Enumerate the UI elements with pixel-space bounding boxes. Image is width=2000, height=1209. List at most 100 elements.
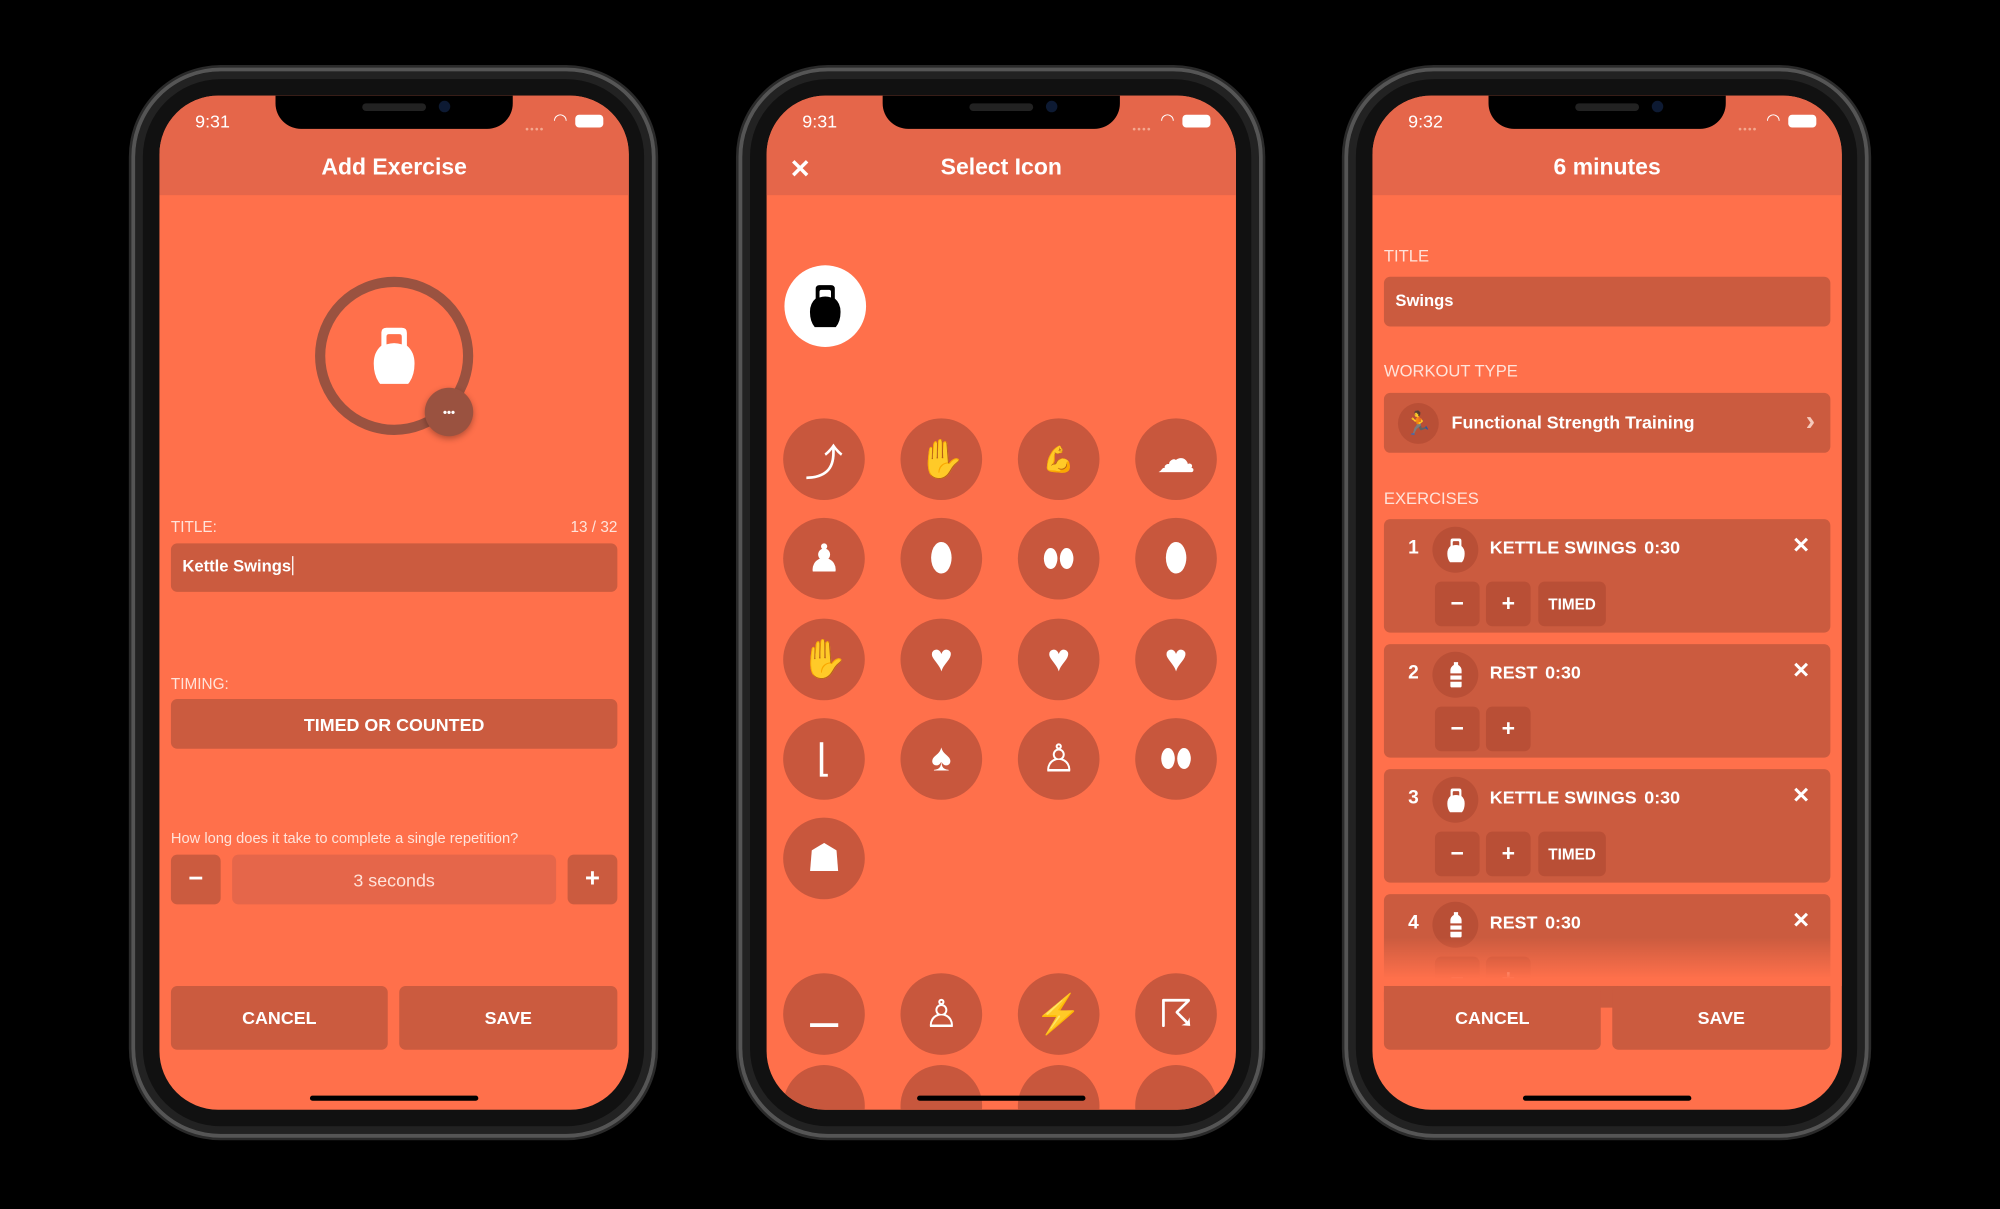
status-time: 9:32 <box>1408 110 1443 132</box>
notch <box>275 95 513 129</box>
seated-person-icon[interactable]: ♙ <box>900 973 983 1055</box>
decrement-button[interactable]: − <box>170 854 221 905</box>
increment-button[interactable]: + <box>567 854 618 905</box>
workout-type-label: WORKOUT TYPE <box>1383 360 1518 381</box>
leg-icon[interactable]: ⌊ <box>783 718 865 800</box>
clapping-hands-icon[interactable]: ✋ <box>900 418 983 500</box>
battery-icon <box>1182 114 1211 128</box>
foot-icon[interactable]: ⬮ <box>900 517 983 600</box>
decrement-button[interactable]: − <box>1434 581 1480 627</box>
more-options-button[interactable]: ••• <box>424 387 474 437</box>
water-bottle-icon <box>1432 651 1479 698</box>
cancel-button[interactable]: CANCEL <box>1383 985 1601 1050</box>
signal-icon: •••• <box>1738 123 1758 136</box>
wifi-icon: ◠ <box>553 109 568 129</box>
exercise-label: KETTLE SWINGS 0:30 <box>1490 787 1680 807</box>
foot-side-icon[interactable]: ⬮ <box>1135 517 1217 600</box>
body-icon[interactable]: ♟ <box>783 517 865 600</box>
timed-toggle-button[interactable]: TIMED <box>1538 581 1606 627</box>
remove-exercise-button[interactable]: ✕ <box>1792 783 1810 809</box>
flexed-bicep-icon[interactable]: 💪 <box>1017 418 1100 500</box>
phone-select-icon: 9:31 •••• ◠ ✕ Select Icon ⤴ ✋ 💪 ☁ ♟ ⬮ ⬮⬮ ⬮ ✋ ♥ ♥ ♥ ⌊… <box>738 67 1263 1138</box>
save-button[interactable]: SAVE <box>1612 985 1831 1050</box>
increment-button[interactable]: + <box>1485 831 1531 877</box>
dance-icon[interactable] <box>1135 1065 1217 1110</box>
exercise-duration: 0:30 <box>1644 536 1681 558</box>
dance-icon[interactable]: ☈ <box>1135 973 1217 1055</box>
home-indicator[interactable] <box>917 1095 1086 1101</box>
list-fade <box>1372 937 1842 986</box>
add-exercise-screen: 9:31 •••• ◠ Add Exercise ••• TITLE: 13 /… <box>159 95 629 1110</box>
battery-icon <box>1788 114 1817 128</box>
exercise-name: REST <box>1489 661 1538 683</box>
hand-icon[interactable]: ✋ <box>783 618 865 701</box>
notch <box>1488 95 1726 129</box>
save-button[interactable]: SAVE <box>399 985 618 1050</box>
seated-person-icon[interactable] <box>900 1065 983 1110</box>
bench-press-icon[interactable]: ⚊ <box>783 973 865 1055</box>
brain-icon[interactable]: ☁ <box>1135 418 1217 500</box>
footprints-icon[interactable]: ⬮⬮ <box>1135 718 1217 800</box>
heart-brain-icon[interactable]: ♥ <box>1135 618 1217 701</box>
person-icon[interactable]: ♙ <box>1017 718 1100 800</box>
workout-type-selector[interactable]: 🏃 Functional Strength Training › <box>1383 392 1831 453</box>
signal-icon: •••• <box>525 123 545 136</box>
exercise-duration: 0:30 <box>1545 661 1581 683</box>
exercises-label: EXERCISES <box>1383 488 1479 508</box>
exercise-number: 3 <box>1408 786 1419 809</box>
workout-title-input[interactable]: Swings <box>1383 276 1831 327</box>
hair-head-icon[interactable]: ☗ <box>783 817 865 900</box>
exercise-duration: 0:30 <box>1644 786 1681 808</box>
phone-add-exercise: 9:31 •••• ◠ Add Exercise ••• TITLE: 13 /… <box>131 67 656 1138</box>
stairs-climber-icon[interactable]: ⚡ <box>1017 973 1100 1055</box>
status-time: 9:31 <box>195 110 230 132</box>
exercise-number: 4 <box>1408 911 1419 934</box>
kettlebell-icon <box>369 327 420 386</box>
decrement-button[interactable]: − <box>1434 706 1480 752</box>
gymnastics-icon[interactable]: ⤴ <box>783 418 865 500</box>
exercise-card[interactable]: 2 REST 0:30 ✕ − + <box>1383 644 1831 758</box>
remove-exercise-button[interactable]: ✕ <box>1792 533 1810 559</box>
feet-icon[interactable]: ⬮⬮ <box>1017 517 1100 600</box>
bench-press-icon[interactable] <box>783 1065 865 1110</box>
remove-exercise-button[interactable]: ✕ <box>1792 908 1810 934</box>
battery-icon <box>575 114 604 128</box>
exercise-number: 1 <box>1408 536 1419 559</box>
kettlebell-icon <box>806 284 844 327</box>
page-title: 6 minutes <box>1553 154 1661 180</box>
exercise-label: REST 0:30 <box>1490 912 1581 932</box>
exercise-label: REST 0:30 <box>1490 662 1581 682</box>
title-label: TITLE <box>1383 246 1430 266</box>
exercise-duration: 0:30 <box>1545 911 1581 933</box>
workout-type-value: Functional Strength Training <box>1451 411 1695 433</box>
home-indicator[interactable] <box>1522 1095 1692 1101</box>
exercise-card[interactable]: 3 KETTLE SWINGS 0:30 ✕ − + TIMED <box>1383 769 1831 883</box>
page-title: Select Icon <box>940 154 1062 180</box>
stairs-climber-icon[interactable] <box>1017 1065 1100 1110</box>
exercise-label: KETTLE SWINGS 0:30 <box>1490 537 1680 557</box>
exercise-card[interactable]: 1 KETTLE SWINGS 0:30 ✕ − + TIMED <box>1383 519 1831 633</box>
timed-toggle-button[interactable]: TIMED <box>1538 831 1606 877</box>
lungs-icon[interactable]: ♠ <box>900 718 983 800</box>
exercise-number: 2 <box>1408 661 1419 684</box>
exercise-name: KETTLE SWINGS <box>1489 536 1637 558</box>
decrement-button[interactable]: − <box>1434 831 1480 877</box>
signal-icon: •••• <box>1132 123 1152 136</box>
increment-button[interactable]: + <box>1485 706 1531 752</box>
repetition-question: How long does it take to complete a sing… <box>170 831 519 847</box>
timed-or-counted-button[interactable]: TIMED OR COUNTED <box>170 698 618 749</box>
phone-workout: 9:32 •••• ◠ 6 minutes TITLE Swings WORKO… <box>1344 67 1869 1138</box>
cancel-button[interactable]: CANCEL <box>170 985 388 1050</box>
home-indicator[interactable] <box>309 1095 479 1101</box>
status-time: 9:31 <box>802 110 838 132</box>
selected-icon[interactable] <box>784 265 867 347</box>
wifi-icon: ◠ <box>1160 109 1175 129</box>
increment-button[interactable]: + <box>1485 581 1531 627</box>
page-title: Add Exercise <box>321 154 467 180</box>
heartbeat-icon[interactable]: ♥ <box>1017 618 1100 701</box>
remove-exercise-button[interactable]: ✕ <box>1792 658 1810 684</box>
heart-icon[interactable]: ♥ <box>900 618 983 701</box>
notch <box>882 95 1120 129</box>
title-input[interactable]: Kettle Swings <box>170 543 618 592</box>
kettlebell-icon <box>1432 776 1479 823</box>
